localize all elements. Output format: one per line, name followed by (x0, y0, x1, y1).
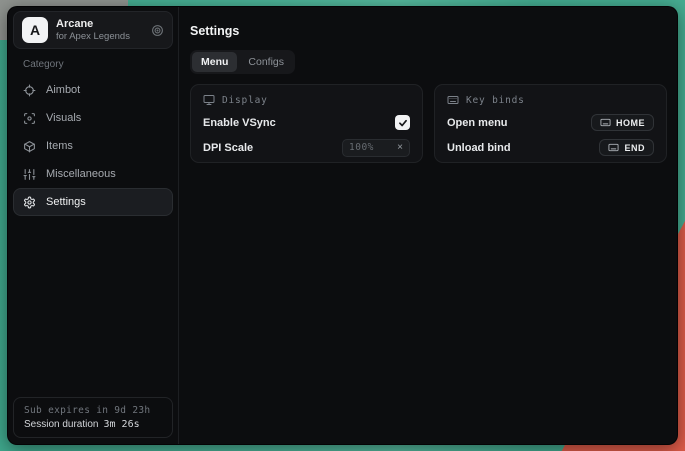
monitor-icon (203, 94, 215, 106)
keyboard-icon (608, 142, 619, 153)
tab-label: Menu (201, 56, 228, 68)
display-card: Display Enable VSync DPI Scale (190, 84, 423, 163)
vsync-row: Enable VSync (203, 113, 410, 132)
display-card-title: Display (222, 95, 268, 106)
scan-eye-icon (23, 112, 36, 125)
gear-icon (23, 196, 36, 209)
main-panel: Settings Menu Configs Display (179, 7, 679, 444)
app-logo: A (22, 17, 48, 43)
dpi-row: DPI Scale 100% × (203, 138, 410, 157)
brand-text: Arcane for Apex Legends (56, 18, 130, 42)
display-card-header: Display (203, 93, 410, 107)
check-icon (398, 118, 408, 128)
open-menu-row: Open menu HOME (447, 113, 654, 132)
settings-cards: Display Enable VSync DPI Scale (190, 84, 667, 163)
sidebar-item-miscellaneous[interactable]: Miscellaneous (13, 160, 173, 188)
sidebar-item-aimbot[interactable]: Aimbot (13, 76, 173, 104)
dpi-clear-button[interactable]: × (397, 143, 403, 153)
app-name: Arcane (56, 18, 130, 30)
package-icon (23, 140, 36, 153)
dpi-value: 100% (349, 142, 374, 153)
dpi-scale-input[interactable]: 100% × (342, 139, 410, 157)
sidebar-item-label: Items (46, 140, 73, 152)
tab-menu[interactable]: Menu (192, 52, 237, 72)
keybinds-card-title: Key binds (466, 95, 525, 106)
target-icon[interactable] (151, 24, 164, 37)
app-subtitle: for Apex Legends (56, 31, 130, 42)
session-duration-label: Session duration (24, 419, 99, 430)
session-duration-value: 3m 26s (104, 419, 140, 430)
session-duration-text: Session duration 3m 26s (24, 419, 162, 430)
sidebar-item-label: Miscellaneous (46, 168, 116, 180)
page-title: Settings (190, 24, 667, 38)
session-info-card: Sub expires in 9d 23h Session duration 3… (13, 397, 173, 438)
overlay-window: A Arcane for Apex Legends Category (7, 6, 678, 445)
unload-bind-row: Unload bind END (447, 138, 654, 157)
category-label: Category (23, 59, 173, 70)
unload-bind-keybind-button[interactable]: END (599, 139, 654, 156)
sidebar-item-label: Settings (46, 196, 86, 208)
keyboard-icon (600, 117, 611, 128)
open-menu-keybind-button[interactable]: HOME (591, 114, 654, 131)
crosshair-icon (23, 84, 36, 97)
sidebar-item-label: Visuals (46, 112, 81, 124)
unload-bind-key: END (624, 143, 645, 153)
sidebar-item-label: Aimbot (46, 84, 80, 96)
app-logo-letter: A (30, 22, 40, 38)
vsync-checkbox[interactable] (395, 115, 410, 130)
brand-card: A Arcane for Apex Legends (13, 11, 173, 49)
dpi-label: DPI Scale (203, 142, 253, 154)
keybinds-card: Key binds Open menu HOME Unload bind (434, 84, 667, 163)
sliders-icon (23, 168, 36, 181)
tab-bar: Menu Configs (190, 50, 295, 74)
sidebar-item-visuals[interactable]: Visuals (13, 104, 173, 132)
sidebar-nav: Aimbot Visuals Items (13, 76, 173, 216)
keyboard-icon (447, 94, 459, 106)
open-menu-label: Open menu (447, 117, 508, 129)
sidebar-item-items[interactable]: Items (13, 132, 173, 160)
vsync-label: Enable VSync (203, 117, 276, 129)
open-menu-key: HOME (616, 118, 645, 128)
tab-configs[interactable]: Configs (239, 52, 293, 72)
unload-bind-label: Unload bind (447, 142, 511, 154)
sub-expiry-text: Sub expires in 9d 23h (24, 405, 162, 416)
tab-label: Configs (248, 56, 284, 68)
sidebar: A Arcane for Apex Legends Category (8, 7, 179, 444)
sidebar-item-settings[interactable]: Settings (13, 188, 173, 216)
keybinds-card-header: Key binds (447, 93, 654, 107)
